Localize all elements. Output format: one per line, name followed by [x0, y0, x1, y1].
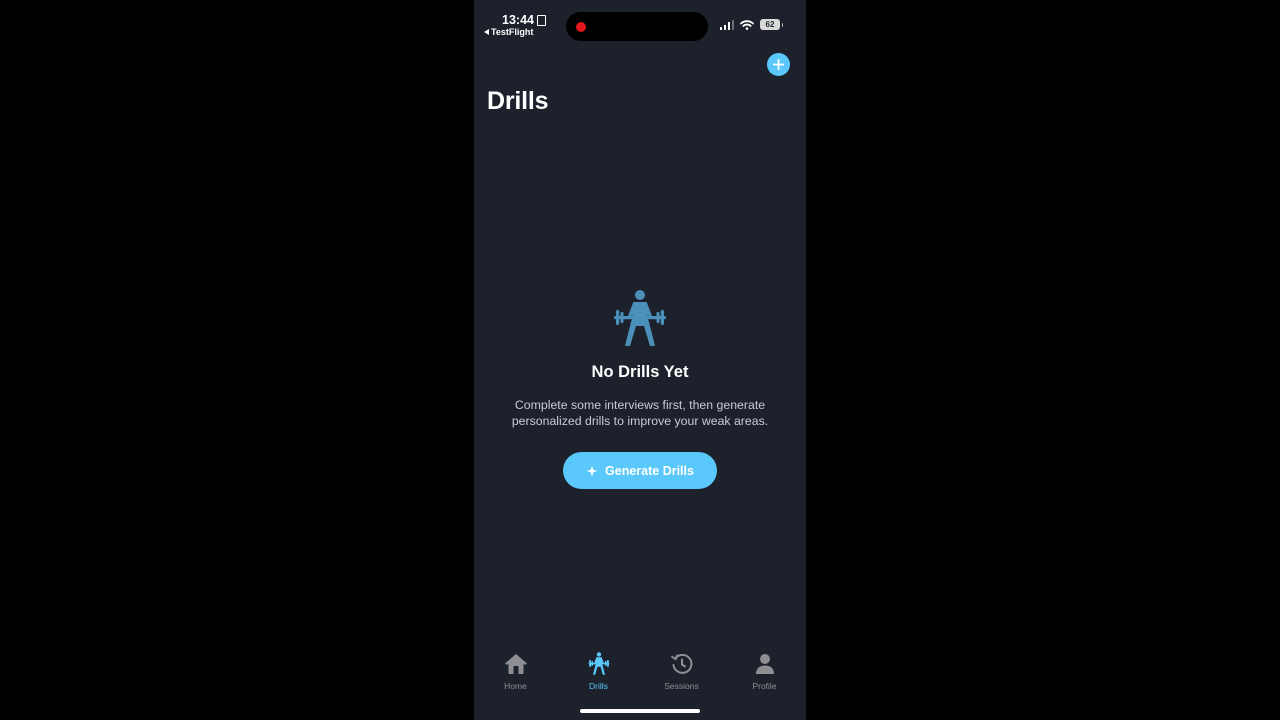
recording-dot-icon [576, 22, 586, 32]
focus-badge-icon [536, 14, 546, 26]
phone-screen: 13:44 TestFlight 62 Drills No Drills Yet… [474, 0, 806, 720]
cellular-signal-icon [719, 19, 734, 30]
tab-profile[interactable]: Profile [723, 652, 806, 696]
generate-drills-label: Generate Drills [605, 463, 694, 478]
empty-state-description: Complete some interviews first, then gen… [474, 397, 806, 429]
status-time: 13:44 [502, 13, 546, 27]
add-drill-button[interactable] [767, 53, 790, 76]
weightlifter-icon [614, 290, 666, 346]
tab-sessions-label: Sessions [664, 681, 699, 691]
status-time-text: 13:44 [502, 13, 534, 27]
tab-sessions[interactable]: Sessions [640, 652, 723, 696]
status-indicators: 62 [719, 19, 783, 30]
sparkle-icon [586, 465, 598, 476]
back-app-label: TestFlight [491, 27, 534, 37]
page-title: Drills [487, 87, 549, 115]
generate-drills-button[interactable]: Generate Drills [563, 452, 717, 489]
tab-drills-label: Drills [589, 681, 608, 691]
tab-home[interactable]: Home [474, 652, 557, 696]
home-indicator[interactable] [580, 709, 700, 713]
plus-icon [773, 59, 784, 70]
tab-bar: Home Drills Sessions Profile [474, 652, 806, 696]
back-to-app-link[interactable]: TestFlight [484, 27, 533, 37]
weightlifter-icon [587, 652, 611, 676]
person-icon [753, 652, 777, 676]
battery-icon: 62 [760, 19, 783, 30]
dynamic-island [566, 12, 708, 41]
description-line-1: Complete some interviews first, then gen… [514, 398, 766, 412]
tab-home-label: Home [504, 681, 527, 691]
description-line-2: personalized drills to improve your weak… [511, 414, 769, 428]
house-icon [504, 652, 528, 676]
history-clock-icon [670, 652, 694, 676]
wifi-icon [740, 19, 754, 30]
tab-profile-label: Profile [752, 681, 777, 691]
empty-state-title: No Drills Yet [591, 363, 689, 381]
tab-drills[interactable]: Drills [557, 652, 640, 696]
back-arrow-icon [484, 29, 489, 35]
